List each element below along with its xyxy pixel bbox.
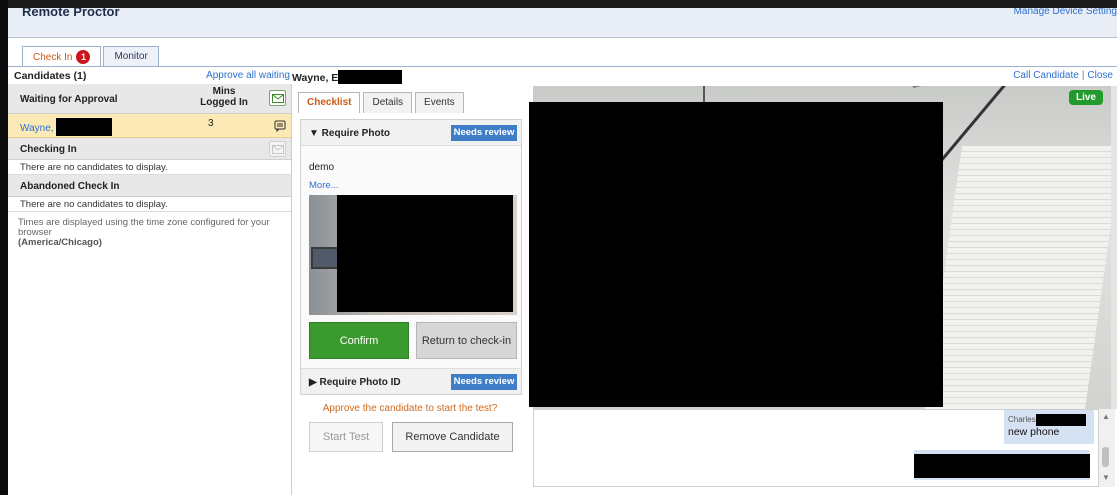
approve-hint-text: Approve the candidate to start the test? [322,403,498,414]
waiting-for-approval-section: Waiting for Approval Mins Logged In [8,84,291,114]
abandoned-empty-text: There are no candidates to display. [8,197,291,212]
call-candidate-link[interactable]: Call Candidate [1013,70,1079,81]
candidate-row-mins: 3 [208,118,214,129]
approve-checking-in-icon [269,141,286,157]
scroll-up-icon[interactable]: ▲ [1102,412,1110,421]
candidate-photo [309,195,517,315]
tab-events[interactable]: Events [415,92,464,113]
redacted-photo-block [337,195,513,312]
approve-all-icon[interactable] [269,90,286,106]
abandoned-check-in-section: Abandoned Check In [8,175,291,197]
candidates-header: Candidates (1) Approve all waiting [8,70,290,83]
require-photo-header[interactable]: ▼ Require Photo Needs review [301,120,521,146]
timezone-note: Times are displayed using the time zone … [8,212,291,248]
tab-divider [8,66,1117,67]
checking-in-section: Checking In [8,138,291,160]
candidate-row[interactable]: Wayne, 3 [8,114,291,138]
chat-icon[interactable] [271,118,288,134]
selected-candidate-name: Wayne, E [292,70,403,84]
chat-message-redacted [914,450,1090,480]
close-link[interactable]: Close [1087,70,1113,81]
video-scene-detail [912,86,1108,88]
confirm-button[interactable]: Confirm [309,322,409,359]
redacted-name-block [56,118,113,136]
checking-in-empty-text: There are no candidates to display. [8,160,291,175]
tab-check-in-label: Check In [33,51,73,63]
chat-message-text: new phone [1008,426,1060,438]
more-link[interactable]: More... [309,180,339,191]
chat-sender-name: Charles [1008,415,1036,425]
require-photo-id-header[interactable]: ▶ Require Photo ID Needs review [301,368,521,394]
remove-candidate-button[interactable]: Remove Candidate [392,422,513,452]
redacted-name-block [1035,414,1086,426]
candidate-actions: Call Candidate | Close [1013,70,1113,81]
waiting-section-title: Waiting for Approval [20,94,118,105]
candidate-row-name[interactable]: Wayne, [20,118,113,136]
scroll-thumb[interactable] [1102,447,1109,467]
approve-all-waiting-link[interactable]: Approve all waiting [206,70,290,81]
chat-scrollbar[interactable]: ▲ ▼ [1099,409,1115,487]
require-photo-label: ▼ Require Photo [309,128,391,139]
envelope-disabled-icon [271,145,284,154]
checking-in-title: Checking In [20,144,77,155]
video-window-blinds [924,146,1111,409]
candidates-count-title: Candidates (1) [14,70,87,82]
tab-checklist[interactable]: Checklist [298,92,361,113]
check-in-count-badge: 1 [76,50,91,64]
candidates-panel: Waiting for Approval Mins Logged In Wayn… [8,84,292,495]
window-top-edge [8,0,1117,8]
photo-note: demo [309,162,335,173]
chat-panel: Charles new phone [533,409,1099,487]
live-badge: Live [1069,90,1103,105]
candidate-row-name-text: Wayne, [20,123,54,134]
video-scrollbar[interactable] [1111,86,1117,409]
mins-logged-in-header: Mins Logged In [200,86,248,108]
main-tabs: Check In 1 Monitor [22,46,161,67]
timezone-note-text: Times are displayed using the time zone … [18,217,270,238]
chat-message-sender: Charles [1008,414,1086,426]
tab-details[interactable]: Details [363,92,413,113]
needs-review-badge-2: Needs review [451,374,517,390]
tab-check-in[interactable]: Check In 1 [22,46,102,67]
envelope-check-icon [271,94,284,103]
photo-background-frame [311,247,339,269]
chat-message: Charles new phone [1004,410,1094,444]
checklist-box: ▼ Require Photo Needs review demo More..… [300,119,522,395]
window-left-edge [0,0,8,495]
detail-tabs: Checklist Details Events [298,92,467,113]
selected-candidate-name-text: Wayne, E [292,72,339,84]
start-test-button[interactable]: Start Test [309,422,383,452]
timezone-value: (America/Chicago) [18,237,102,248]
scroll-down-icon[interactable]: ▼ [1102,473,1110,482]
needs-review-badge: Needs review [451,125,517,141]
redacted-video-block [529,102,943,407]
app-frame: Remote Proctor Manage Device Setting Che… [0,0,1117,495]
tab-monitor-label: Monitor [114,51,148,62]
message-icon [274,120,285,132]
candidate-detail-panel: Checklist Details Events ▼ Require Photo… [292,84,528,495]
return-to-check-in-button[interactable]: Return to check-in [416,322,517,359]
redacted-name-block [338,70,403,84]
abandoned-title: Abandoned Check In [20,181,120,192]
tab-monitor[interactable]: Monitor [103,46,159,66]
require-photo-id-label: ▶ Require Photo ID [309,377,401,388]
redacted-message-block [914,454,1090,478]
